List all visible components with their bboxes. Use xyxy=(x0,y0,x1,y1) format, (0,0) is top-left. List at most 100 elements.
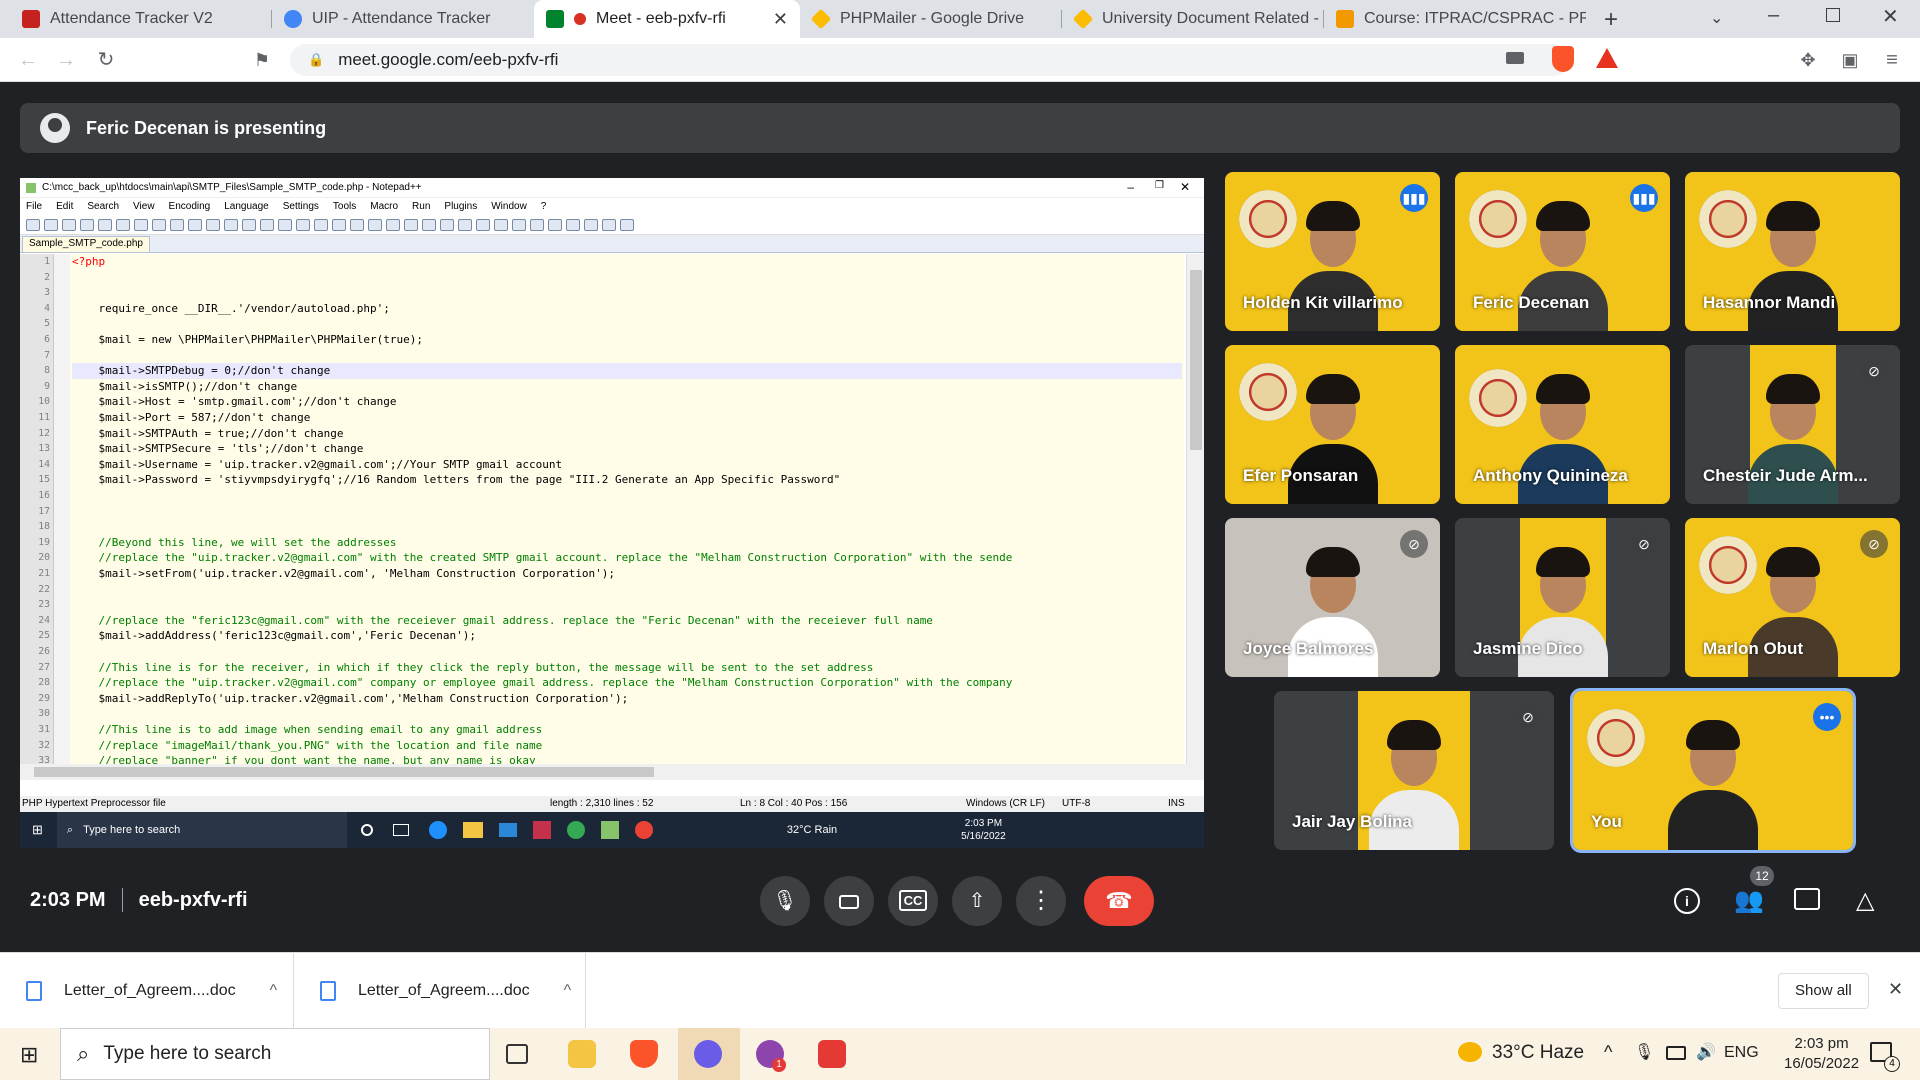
menu-icon[interactable]: ≡ xyxy=(1878,46,1906,74)
windows-start-icon[interactable]: ⊞ xyxy=(20,1042,38,1068)
participant-tile[interactable]: Marlon Obut ⊘ xyxy=(1685,518,1900,677)
presenter-avatar xyxy=(40,113,70,143)
participant-tile[interactable]: Anthony Quinineza xyxy=(1455,345,1670,504)
tab-search-icon[interactable]: ⌄ xyxy=(1710,8,1723,28)
participant-tile[interactable]: Efer Ponsaran xyxy=(1225,345,1440,504)
task-view-icon[interactable] xyxy=(506,1044,528,1064)
more-options-icon[interactable]: ••• xyxy=(1813,703,1841,731)
line-number: 20 xyxy=(38,552,50,564)
line-number: 10 xyxy=(38,396,50,408)
more-options-button[interactable]: ⋮ xyxy=(1016,876,1066,926)
line-number: 25 xyxy=(38,630,50,642)
participant-tile[interactable]: Joyce Balmores ⊘ xyxy=(1225,518,1440,677)
brave-icon[interactable] xyxy=(630,1040,658,1068)
participant-tile[interactable]: Holden Kit villarimo ▮▮▮ xyxy=(1225,172,1440,331)
browser-tab[interactable]: UIP - Attendance Tracker xyxy=(272,0,534,38)
chevron-up-icon[interactable]: ^ xyxy=(1604,1042,1612,1063)
new-tab-icon[interactable]: + xyxy=(1604,6,1618,34)
brave-rewards-icon[interactable] xyxy=(1596,48,1618,68)
tab-title: University Document Related - G xyxy=(1102,10,1324,27)
line-number: 13 xyxy=(38,443,50,455)
microphone-icon[interactable]: 🎙 xyxy=(1634,1042,1654,1062)
discord-icon[interactable] xyxy=(694,1040,722,1068)
browser-tab[interactable]: PHPMailer - Google Drive xyxy=(800,0,1062,38)
doc-file-icon xyxy=(320,981,336,1001)
taskbar-clock[interactable]: 2:03 pm 16/05/2022 xyxy=(1784,1034,1859,1074)
people-icon[interactable]: 👥 xyxy=(1734,886,1764,915)
close-shelf-icon[interactable]: ✕ xyxy=(1888,979,1903,1000)
participant-tile[interactable]: Jasmine Dico ⊘ xyxy=(1455,518,1670,677)
taskbar-weather[interactable]: 33°C Haze xyxy=(1492,1042,1584,1064)
camera-button[interactable] xyxy=(824,876,874,926)
meet-favicon-icon xyxy=(546,10,564,28)
doc-file-icon xyxy=(26,981,42,1001)
lock-icon: 🔒 xyxy=(308,52,325,67)
participant-tile[interactable]: You ••• xyxy=(1570,688,1856,853)
chevron-up-icon[interactable]: ^ xyxy=(270,982,278,1000)
forward-icon[interactable]: → xyxy=(52,46,80,74)
participant-name: You xyxy=(1591,812,1622,831)
present-button[interactable]: ⇧ xyxy=(952,876,1002,926)
close-tab-icon[interactable]: ✕ xyxy=(773,9,788,30)
line-number: 3 xyxy=(44,287,50,299)
browser-tab[interactable]: Course: ITPRAC/CSPRAC - PRACT xyxy=(1324,0,1586,38)
camera-in-use-icon[interactable] xyxy=(1506,52,1524,64)
captions-button[interactable]: CC xyxy=(888,876,938,926)
toolbar-icon xyxy=(530,218,544,231)
speaking-indicator-icon: ▮▮▮ xyxy=(1400,184,1428,212)
browser-tab[interactable]: Attendance Tracker V2 xyxy=(10,0,272,38)
line-number: 9 xyxy=(44,380,50,392)
window-close-icon[interactable]: ✕ xyxy=(1882,4,1899,29)
clock-date: 16/05/2022 xyxy=(1784,1055,1860,1072)
volume-icon[interactable]: 🔊 xyxy=(1696,1042,1716,1062)
participant-tile[interactable]: Chesteir Jude Arm... ⊘ xyxy=(1685,345,1900,504)
back-icon[interactable]: ← xyxy=(14,46,42,74)
participant-tile[interactable]: Hasannor Mandi xyxy=(1685,172,1900,331)
vivaldi-icon[interactable] xyxy=(818,1040,846,1068)
microphone-button[interactable]: 🎙 xyxy=(760,876,810,926)
present-icon: ⇧ xyxy=(968,890,986,912)
minimize-icon[interactable]: – xyxy=(1768,4,1779,27)
toolbar-icon xyxy=(404,218,418,231)
line-number: 30 xyxy=(38,708,50,720)
code-line: $mail->Port = 587;//don't change xyxy=(72,411,311,424)
wallet-icon[interactable]: ▣ xyxy=(1836,46,1864,74)
toolbar-icon xyxy=(134,218,148,231)
maximize-icon[interactable] xyxy=(1826,8,1840,22)
toolbar-icon xyxy=(368,218,382,231)
download-item[interactable]: Letter_of_Agreem....doc ^ xyxy=(294,953,586,1029)
code-line: $mail->isSMTP();//don't change xyxy=(72,379,298,393)
tab-title: Course: ITPRAC/CSPRAC - PRACT xyxy=(1364,10,1586,27)
chat-icon[interactable] xyxy=(1794,888,1820,910)
file-explorer-icon[interactable] xyxy=(568,1040,596,1068)
activities-icon[interactable]: △ xyxy=(1856,886,1874,915)
store-icon xyxy=(532,821,551,839)
shared-screen[interactable]: C:\mcc_back_up\htdocs\main\api\SMTP_File… xyxy=(20,178,1204,848)
participant-tile[interactable]: Feric Decenan ▮▮▮ xyxy=(1455,172,1670,331)
task-view-icon xyxy=(392,824,409,836)
meeting-info-icon[interactable]: i xyxy=(1674,888,1700,914)
taskbar-search-box[interactable]: ⌕ Type here to search xyxy=(60,1028,490,1080)
code-line: $mail->SMTPSecure = 'tls';//don't change xyxy=(72,442,364,456)
show-all-button[interactable]: Show all xyxy=(1778,973,1869,1009)
url-bar[interactable]: 🔒 meet.google.com/eeb-pxfv-rfi xyxy=(290,44,1570,76)
meeting-details: 2:03 PM eeb-pxfv-rfi xyxy=(30,888,248,912)
toolbar-icon xyxy=(476,218,490,231)
reload-icon[interactable]: ↻ xyxy=(92,46,120,74)
leave-call-button[interactable]: ☎ xyxy=(1084,876,1154,926)
line-number: 5 xyxy=(44,318,50,330)
participant-tile[interactable]: Jair Jay Bolina ⊘ xyxy=(1274,691,1554,850)
language-indicator[interactable]: ENG xyxy=(1724,1044,1759,1062)
extensions-icon[interactable]: ✥ xyxy=(1794,46,1822,74)
browser-tab-active[interactable]: Meet - eeb-pxfv-rfi ✕ xyxy=(534,0,800,38)
brave-shield-icon[interactable] xyxy=(1552,46,1574,72)
battery-icon[interactable] xyxy=(1666,1046,1686,1060)
download-item[interactable]: Letter_of_Agreem....doc ^ xyxy=(0,953,294,1029)
bookmark-icon[interactable]: ⚑ xyxy=(248,46,276,74)
browser-tab[interactable]: University Document Related - G xyxy=(1062,0,1324,38)
chrome-icon xyxy=(566,821,585,839)
notepad-menu-item: ? xyxy=(540,201,547,212)
chevron-up-icon[interactable]: ^ xyxy=(564,982,572,1000)
toolbar-icon xyxy=(422,218,436,231)
participant-name: Jair Jay Bolina xyxy=(1292,812,1413,831)
